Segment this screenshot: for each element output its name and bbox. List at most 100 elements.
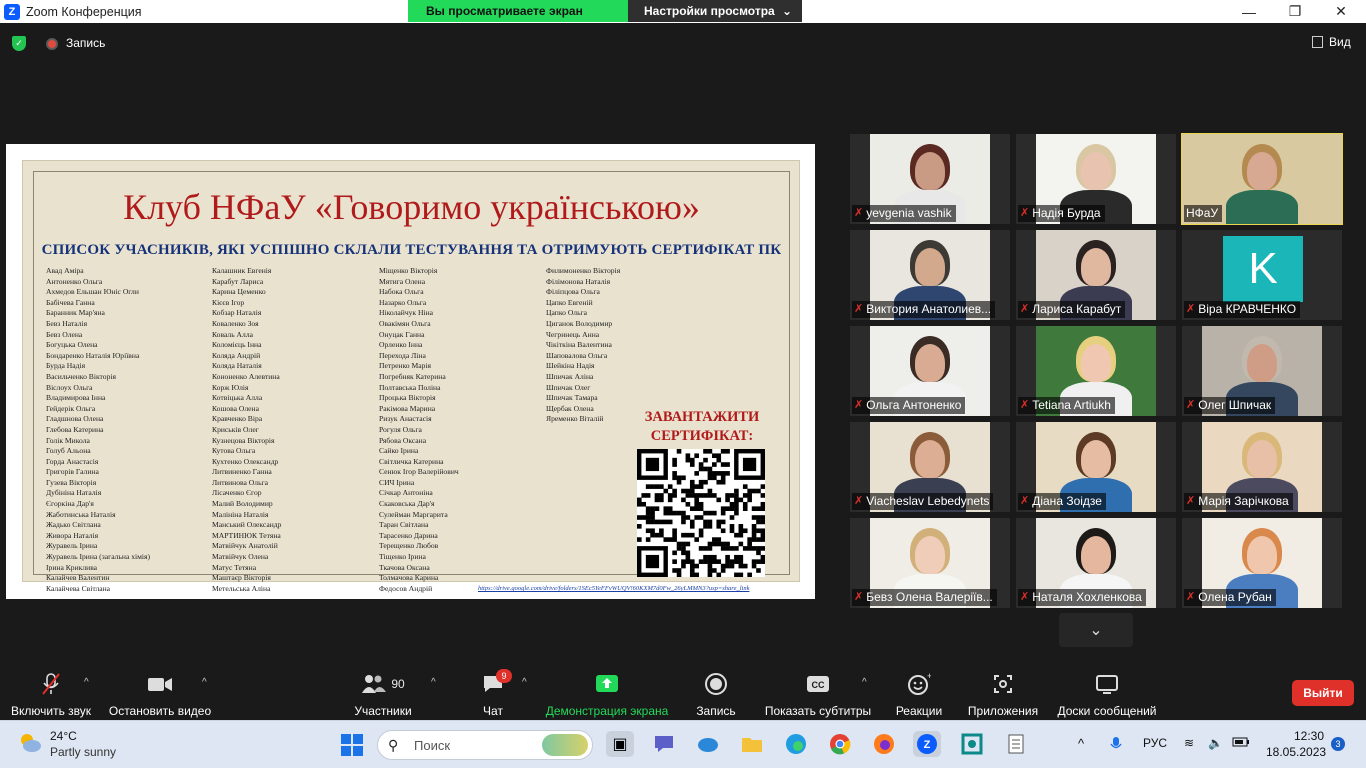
minimize-button[interactable]: — bbox=[1226, 0, 1272, 23]
taskbar-date[interactable]: 18.05.2023 bbox=[1266, 745, 1326, 759]
participant-name: Ольга Антоненко bbox=[866, 398, 962, 412]
chevron-down-icon: ⌄ bbox=[781, 4, 792, 18]
windows-start-icon[interactable] bbox=[341, 734, 363, 756]
chat-options-chevron-icon[interactable]: ^ bbox=[522, 677, 527, 688]
participant-video-tile[interactable]: ✗ Tetiana Artiukh bbox=[1016, 326, 1176, 416]
closed-captions-icon: CC bbox=[805, 672, 831, 696]
leave-meeting-button[interactable]: Выйти bbox=[1292, 680, 1354, 706]
participant-name: Шпичак Аліна bbox=[546, 371, 594, 381]
record-button[interactable]: Запись bbox=[695, 672, 737, 718]
smiley-plus-icon: + bbox=[907, 671, 932, 696]
muted-mic-icon: ✗ bbox=[854, 399, 864, 411]
participant-face bbox=[1247, 440, 1277, 478]
stop-video-button[interactable]: Остановить видео bbox=[108, 672, 212, 718]
close-button[interactable]: ✕ bbox=[1318, 0, 1364, 23]
screen-tool-icon[interactable] bbox=[958, 731, 986, 757]
participant-video-tile[interactable]: НФаУ bbox=[1181, 133, 1343, 225]
input-language[interactable]: РУС bbox=[1143, 736, 1167, 750]
participant-name: СИЧ Ірина bbox=[379, 477, 415, 487]
chat-app-icon[interactable] bbox=[650, 731, 678, 757]
participants-options-chevron-icon[interactable]: ^ bbox=[431, 677, 436, 688]
security-shield-icon[interactable]: ✓ bbox=[12, 36, 26, 51]
unmute-button[interactable]: Включить звук bbox=[10, 672, 92, 718]
participant-video-tile[interactable]: ✗ Надія Бурда bbox=[1016, 134, 1176, 224]
participant-name-label: ✗ Ольга Антоненко bbox=[852, 397, 966, 414]
reactions-button[interactable]: + Реакции bbox=[896, 671, 942, 718]
participant-video-tile[interactable]: ✗ Діана Зоідзе bbox=[1016, 422, 1176, 512]
participant-name-label: ✗ Діана Зоідзе bbox=[1018, 493, 1106, 510]
participant-name-label: ✗ Виктория Анатолиев... bbox=[852, 301, 996, 318]
participant-name: Ахмедов Ельшан Юніс Огли bbox=[46, 287, 139, 297]
battery-icon[interactable] bbox=[1232, 736, 1250, 751]
file-explorer-icon[interactable] bbox=[738, 731, 766, 757]
taskbar-time[interactable]: 12:30 bbox=[1294, 729, 1324, 743]
notification-badge[interactable]: 3 bbox=[1331, 737, 1345, 751]
microphone-tray-icon[interactable] bbox=[1110, 736, 1122, 755]
task-view-icon[interactable]: ▣ bbox=[606, 731, 634, 757]
view-options-button[interactable]: Настройки просмотра ⌄ bbox=[628, 0, 802, 22]
participant-video-tile[interactable]: ✗ Лариса Карабут bbox=[1016, 230, 1176, 320]
maximize-button[interactable]: ❐ bbox=[1272, 0, 1318, 23]
participant-face bbox=[915, 440, 945, 478]
participant-video-tile[interactable]: K ✗ Віра КРАВЧЕНКО bbox=[1182, 230, 1342, 320]
apps-button[interactable]: Приложения bbox=[966, 672, 1040, 718]
participant-video-tile[interactable]: ✗ Наталя Хохленкова bbox=[1016, 518, 1176, 608]
participant-name: Ризук Анастасія bbox=[379, 414, 432, 424]
gallery-next-page-button[interactable]: ⌄ bbox=[1059, 613, 1133, 647]
participant-name: Тарасенко Дарина bbox=[379, 530, 438, 540]
participant-name: Рогуля Ольга bbox=[379, 424, 422, 434]
participant-name: Процька Вікторія bbox=[379, 393, 436, 403]
participant-face bbox=[1247, 344, 1277, 382]
video-options-chevron-icon[interactable]: ^ bbox=[202, 677, 207, 688]
participant-name: Маштаєр Вікторія bbox=[212, 573, 271, 583]
view-options-label: Настройки просмотра bbox=[644, 4, 775, 18]
edge-browser-icon[interactable] bbox=[782, 731, 810, 757]
participant-name: Ткачова Оксана bbox=[379, 562, 430, 572]
participant-name: Кухтенко Олександр bbox=[212, 456, 279, 466]
partly-sunny-icon[interactable] bbox=[18, 731, 42, 755]
participant-name-label: ✗ Лариса Карабут bbox=[1018, 301, 1126, 318]
share-screen-button[interactable]: Демонстрация экрана bbox=[545, 672, 669, 718]
weather-app-icon[interactable] bbox=[694, 731, 722, 757]
participant-video-tile[interactable]: ✗ Виктория Анатолиев... bbox=[850, 230, 1010, 320]
participant-name: Малініна Наталія bbox=[212, 509, 269, 519]
participant-video-tile[interactable]: ✗ Марія Зарічкова bbox=[1182, 422, 1342, 512]
participant-video-tile[interactable]: ✗ Олег Шпичак bbox=[1182, 326, 1342, 416]
wifi-icon[interactable]: ≋ bbox=[1184, 736, 1194, 750]
participants-button[interactable]: 90 Участники bbox=[352, 672, 414, 718]
participant-name: Лариса Карабут bbox=[1032, 302, 1122, 316]
participant-video-tile[interactable]: ✗ Олена Рубан bbox=[1182, 518, 1342, 608]
muted-mic-icon: ✗ bbox=[1186, 495, 1196, 507]
sharing-banner-label: Вы просматриваете экран НФаУ bbox=[408, 0, 628, 40]
weather-condition[interactable]: Partly sunny bbox=[50, 745, 116, 759]
participant-avatar: K bbox=[1223, 236, 1303, 302]
participant-name: Кошова Олена bbox=[212, 403, 259, 413]
muted-mic-icon: ✗ bbox=[1186, 303, 1196, 315]
participant-name: Світличка Катерина bbox=[379, 456, 444, 466]
participant-name: Кобзар Наталія bbox=[212, 308, 262, 318]
document-app-icon[interactable] bbox=[1002, 731, 1030, 757]
weather-temperature[interactable]: 24°C bbox=[50, 729, 77, 743]
participant-video-tile[interactable]: ✗ Viacheslav Lebedynets bbox=[850, 422, 1010, 512]
participant-name: Бевз Олена bbox=[46, 329, 83, 339]
volume-icon[interactable]: 🔈 bbox=[1208, 736, 1223, 750]
firefox-browser-icon[interactable] bbox=[870, 731, 898, 757]
show-hidden-icons-chevron-icon[interactable]: ^ bbox=[1078, 736, 1084, 751]
zoom-app-icon[interactable]: Z bbox=[913, 731, 941, 757]
record-icon bbox=[704, 672, 728, 696]
participant-video-tile[interactable]: ✗ yevgenia vashik bbox=[850, 134, 1010, 224]
audio-options-chevron-icon[interactable]: ^ bbox=[84, 677, 89, 688]
view-button[interactable]: Вид bbox=[1312, 35, 1351, 49]
participant-name: Карина Цеменко bbox=[212, 287, 266, 297]
participant-video-tile[interactable]: ✗ Бевз Олена Валеріїв... bbox=[850, 518, 1010, 608]
taskbar-search-box[interactable]: ⚲ Поиск bbox=[377, 730, 593, 760]
whiteboards-button[interactable]: Доски сообщений bbox=[1056, 672, 1158, 718]
show-captions-button[interactable]: CC Показать субтитры bbox=[764, 672, 872, 718]
participant-name: Баранник Мар'яна bbox=[46, 308, 105, 318]
participant-name: Кутова Ольга bbox=[212, 446, 256, 456]
participant-name: Tetiana Artiukh bbox=[1032, 398, 1111, 412]
captions-options-chevron-icon[interactable]: ^ bbox=[862, 677, 867, 688]
participant-video-tile[interactable]: ✗ Ольга Антоненко bbox=[850, 326, 1010, 416]
participant-name: Орленко Інна bbox=[379, 340, 423, 350]
chrome-browser-icon[interactable] bbox=[826, 731, 854, 757]
